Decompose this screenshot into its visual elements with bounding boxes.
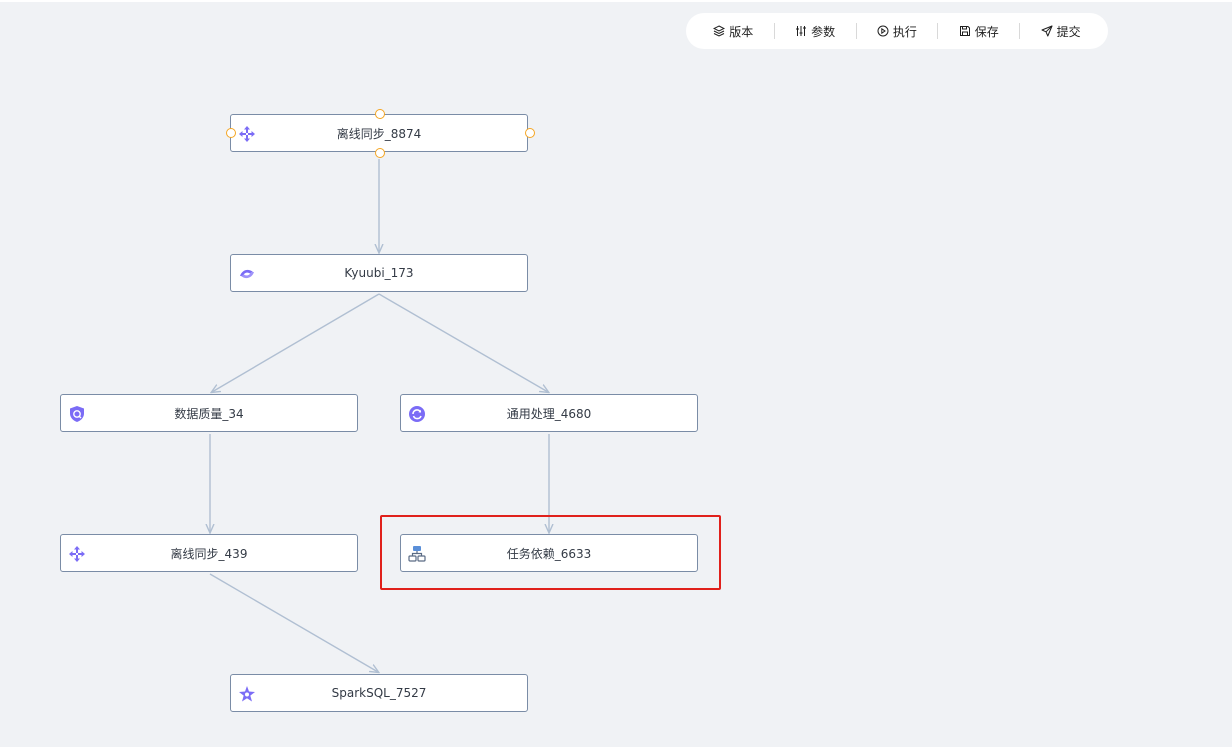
node-data-quality-34[interactable]: 数据质量_34 <box>60 394 358 432</box>
version-label: 版本 <box>729 24 754 39</box>
version-button[interactable]: 版本 <box>707 23 759 40</box>
port-left[interactable] <box>226 128 236 138</box>
submit-button[interactable]: 提交 <box>1035 23 1087 40</box>
node-label: Kyuubi_173 <box>344 266 414 280</box>
node-label: SparkSQL_7527 <box>331 686 427 700</box>
node-label: 通用处理_4680 <box>506 406 592 421</box>
save-button[interactable]: 保存 <box>953 23 1005 40</box>
kyuubi-icon <box>238 265 256 283</box>
node-label: 离线同步_8874 <box>336 126 422 141</box>
port-bottom[interactable] <box>375 148 385 158</box>
toolbar-divider <box>1019 23 1021 39</box>
node-offline-sync-439[interactable]: 离线同步_439 <box>60 534 358 572</box>
submit-label: 提交 <box>1056 24 1081 39</box>
save-label: 保存 <box>974 24 999 39</box>
node-kyuubi-173[interactable]: Kyuubi_173 <box>230 254 528 292</box>
port-top[interactable] <box>375 109 385 119</box>
params-label: 参数 <box>811 24 836 39</box>
node-general-process-4680[interactable]: 通用处理_4680 <box>400 394 698 432</box>
play-circle-icon <box>877 25 889 37</box>
shield-icon <box>68 405 86 423</box>
node-label: 离线同步_439 <box>170 546 248 561</box>
highlight-box <box>380 515 721 590</box>
send-icon <box>1041 25 1053 37</box>
sliders-icon <box>796 26 807 36</box>
run-button[interactable]: 执行 <box>871 23 923 40</box>
run-label: 执行 <box>892 24 917 39</box>
node-sparksql-7527[interactable]: SparkSQL_7527 <box>230 674 528 712</box>
edge-kyuubi173-quality34[interactable] <box>212 293 380 392</box>
params-button[interactable]: 参数 <box>789 23 841 40</box>
toolbar: 版本 参数 执行 保存 提交 <box>686 13 1108 49</box>
layers-icon <box>713 25 726 37</box>
edges-layer <box>0 159 1232 747</box>
edge-sync439-spark7527[interactable] <box>209 573 378 672</box>
port-right[interactable] <box>525 128 535 138</box>
spark-icon <box>238 685 256 703</box>
sync-icon <box>68 545 86 563</box>
sync-icon <box>238 125 256 143</box>
toolbar-divider <box>855 23 857 39</box>
toolbar-divider <box>773 23 775 39</box>
floppy-disk-icon <box>959 26 970 36</box>
node-label: 数据质量_34 <box>174 406 244 421</box>
toolbar-divider <box>937 23 939 39</box>
workflow-canvas[interactable]: 版本 参数 执行 保存 提交 离线同步_8874 Kyuubi_173 数据质量… <box>0 0 1232 747</box>
gear-refresh-icon <box>408 405 426 423</box>
edge-kyuubi173-general4680[interactable] <box>378 293 548 392</box>
node-offline-sync-8874[interactable]: 离线同步_8874 <box>226 109 535 158</box>
